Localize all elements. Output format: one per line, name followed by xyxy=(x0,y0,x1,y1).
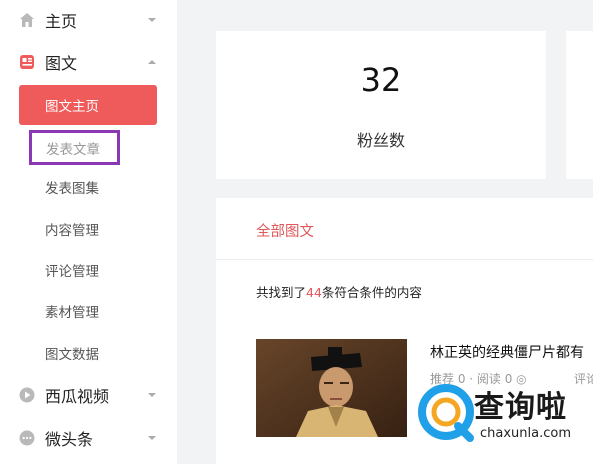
submenu-comment-manage[interactable]: 评论管理 xyxy=(19,250,157,290)
sidebar-item-label: 微头条 xyxy=(45,430,94,449)
submenu-label: 图文数据 xyxy=(45,347,99,363)
followers-count: 32 xyxy=(360,61,402,99)
submenu-publish-gallery[interactable]: 发表图集 xyxy=(19,167,157,207)
result-suffix: 条符合条件的内容 xyxy=(321,285,422,300)
submenu-label: 素材管理 xyxy=(45,305,99,321)
sidebar-item-label: 西瓜视频 xyxy=(45,387,110,406)
home-icon xyxy=(20,13,34,27)
result-count-text: 共找到了44条符合条件的内容 xyxy=(256,282,422,301)
watermark-domain: chaxunla.com xyxy=(480,426,571,441)
stat-card-partial xyxy=(566,31,593,179)
submenu-label: 内容管理 xyxy=(45,223,99,239)
sidebar-item-article[interactable]: 图文 xyxy=(0,42,177,82)
sidebar-item-label: 主页 xyxy=(45,12,78,31)
submenu-label: 图文主页 xyxy=(45,99,99,115)
article-thumbnail[interactable] xyxy=(256,339,407,437)
submenu-article-home[interactable]: 图文主页 xyxy=(19,85,157,125)
article-icon xyxy=(20,55,34,69)
chevron-up-icon xyxy=(148,60,156,64)
submenu-label: 发表图集 xyxy=(45,181,99,197)
thumbnail-image xyxy=(256,339,407,437)
chevron-down-icon xyxy=(148,393,156,397)
article-title[interactable]: 林正英的经典僵尸片都有 xyxy=(430,342,584,362)
play-icon xyxy=(19,387,35,403)
sidebar-item-microblog[interactable]: 微头条 xyxy=(0,418,177,458)
submenu-label: 评论管理 xyxy=(45,264,99,280)
submenu-content-manage[interactable]: 内容管理 xyxy=(19,209,157,249)
result-count: 44 xyxy=(306,285,322,300)
sidebar: 主页 图文 图文主页 发表文章 发表图集 内容管理 评论管理 素材管理 图文数据… xyxy=(0,0,177,464)
chat-icon xyxy=(19,430,35,446)
sidebar-item-label: 图文 xyxy=(45,54,78,73)
submenu-label: 发表文章 xyxy=(46,141,100,158)
chevron-down-icon xyxy=(148,436,156,440)
sidebar-item-home[interactable]: 主页 xyxy=(0,0,177,40)
result-prefix: 共找到了 xyxy=(256,285,307,300)
divider xyxy=(216,259,593,260)
watermark-brand: 查询啦 xyxy=(474,390,567,425)
submenu-material-manage[interactable]: 素材管理 xyxy=(19,291,157,331)
submenu-article-data[interactable]: 图文数据 xyxy=(19,333,157,373)
watermark-logo-icon xyxy=(418,384,474,442)
chevron-down-icon xyxy=(148,18,156,22)
tab-all-articles[interactable]: 全部图文 xyxy=(256,220,314,241)
watermark: 查询啦 chaxunla.com xyxy=(418,378,590,452)
sidebar-item-video[interactable]: 西瓜视频 xyxy=(0,375,177,415)
followers-card: 32 粉丝数 xyxy=(216,31,546,179)
followers-label: 粉丝数 xyxy=(356,131,405,150)
submenu-publish-article[interactable]: 发表文章 xyxy=(29,130,120,165)
